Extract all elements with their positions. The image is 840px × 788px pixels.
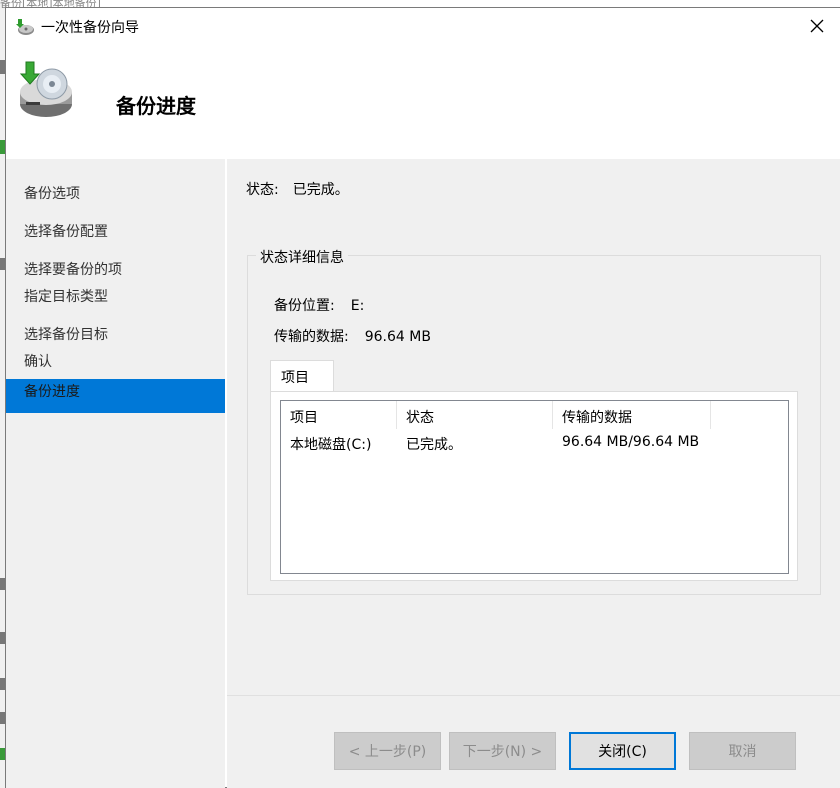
nav-item-backup-configuration[interactable]: 选择备份配置 (6, 221, 225, 241)
status-label: 状态: (246, 182, 279, 198)
transferred-data-row: 传输的数据: 96.64 MB (274, 326, 431, 346)
nav-item-backup-destination[interactable]: 选择备份目标 (6, 324, 225, 344)
tab-panel-items: 项目 状态 传输的数据 本地磁盘(C:) 已完成。 96.64 MB/96.64… (270, 391, 798, 581)
status-value: 已完成。 (292, 182, 349, 198)
content-panel: 状态: 已完成。 状态详细信息 备份位置: E: 传输的数据: 96.64 MB 项目… (227, 159, 840, 695)
nav-item-backup-progress[interactable]: 备份进度 (6, 379, 225, 413)
nav-item-confirmation[interactable]: 确认 (6, 351, 225, 371)
status-details-group: 状态详细信息 备份位置: E: 传输的数据: 96.64 MB 项目 项目 状态 传… (247, 247, 821, 595)
dialog-title: 一次性备份向导 (41, 20, 139, 36)
column-header-transferred[interactable]: 传输的数据 (553, 401, 711, 429)
wizard-steps-nav: 备份选项 选择备份配置 选择要备份的项 指定目标类型 选择备份目标 确认 备份进… (6, 159, 225, 788)
previous-button[interactable]: < 上一步(P) (334, 732, 441, 770)
list-header: 项目 状态 传输的数据 (281, 401, 788, 429)
list-cell-item: 本地磁盘(C:) (290, 437, 372, 453)
column-header-status[interactable]: 状态 (397, 401, 553, 429)
list-cell-transferred: 96.64 MB/96.64 MB (562, 434, 700, 450)
title-bar: 一次性备份向导 (6, 8, 840, 44)
nav-item-backup-options[interactable]: 备份选项 (6, 183, 225, 203)
backup-location-row: 备份位置: E: (274, 295, 364, 315)
next-button[interactable]: 下一步(N) > (449, 732, 556, 770)
backup-location-label: 备份位置: (274, 298, 335, 314)
close-window-button[interactable] (794, 8, 840, 44)
status-details-label: 状态详细信息 (256, 247, 348, 267)
status-line: 状态: 已完成。 (246, 179, 349, 199)
close-button[interactable]: 关闭(C) (569, 732, 676, 770)
list-item[interactable]: 本地磁盘(C:) 已完成。 96.64 MB/96.64 MB (281, 434, 788, 456)
list-cell-status: 已完成。 (406, 437, 462, 453)
backup-location-value: E: (350, 298, 365, 314)
cancel-button[interactable]: 取消 (689, 732, 796, 770)
backup-app-icon (15, 18, 35, 36)
nav-item-destination-type[interactable]: 指定目标类型 (6, 286, 225, 306)
nav-item-select-items[interactable]: 选择要备份的项 (6, 259, 225, 279)
transferred-data-value: 96.64 MB (364, 329, 431, 345)
tab-items[interactable]: 项目 (270, 360, 334, 392)
button-bar: < 上一步(P) 下一步(N) > 关闭(C) 取消 (227, 695, 840, 788)
items-list[interactable]: 项目 状态 传输的数据 本地磁盘(C:) 已完成。 96.64 MB/96.64… (280, 400, 789, 574)
close-icon (810, 19, 824, 33)
transferred-data-label: 传输的数据: (274, 329, 349, 345)
backup-wizard-icon (12, 58, 76, 122)
column-header-item[interactable]: 项目 (281, 401, 397, 429)
page-title: 备份进度 (116, 94, 196, 118)
backup-wizard-dialog: 一次性备份向导 备份进度 备份选项 选择备份配置 选择要备份的项 指定目标类型 … (5, 7, 840, 788)
wizard-header: 备份进度 (6, 44, 840, 159)
